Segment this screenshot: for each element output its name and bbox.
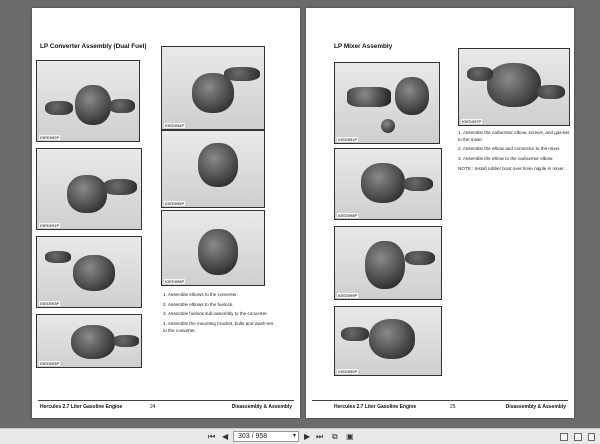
footer-section: Disassembly & Assembly: [231, 404, 292, 410]
step-text: 1. Assemble elbows to the converter.: [163, 292, 238, 297]
chevron-down-icon[interactable]: ▾: [293, 432, 296, 441]
page-number-text: 303 / 958: [238, 433, 268, 440]
two-page-view-icon[interactable]: [574, 433, 582, 441]
step-text: 3. Assemble fuelock sub-assembly to the …: [163, 311, 268, 317]
left-page-title: LP Converter Assembly (Dual Fuel): [40, 43, 147, 50]
last-page-icon[interactable]: ⏭: [316, 432, 323, 442]
step-text: 1. Assemble the carburetor elbow, screws…: [458, 130, 570, 142]
fit-page-icon[interactable]: ▣: [346, 432, 354, 442]
footer-book-title: Hercules 2.7 Liter Gasoline Engine: [334, 404, 417, 410]
first-page-icon[interactable]: ⏮: [208, 432, 215, 442]
step-text: 2. Assemble elbows to the fuelock.: [163, 301, 234, 307]
photo-converter-2: IOED094P: [161, 46, 265, 130]
footer-page-number: 25: [450, 404, 456, 410]
next-page-icon[interactable]: ▶: [304, 432, 310, 442]
photo-mixer-1: IOED091P: [334, 62, 440, 144]
photo-converter-4: IOED095P: [161, 130, 265, 208]
photo-label: IOED093P: [39, 361, 61, 366]
photo-converter-1: IOED092P: [36, 60, 140, 142]
photo-mixer-3: IOED098P: [334, 148, 442, 220]
photo-label: IOED094P: [164, 123, 186, 128]
right-steps: 1. Assemble the carburetor elbow, screws…: [458, 130, 570, 175]
document-viewer: LP Converter Assembly (Dual Fuel) IOED09…: [0, 0, 600, 428]
photo-converter-3: IOED091P: [36, 148, 142, 230]
photo-label: IOED093P: [39, 301, 61, 306]
photo-label: IOED099P: [337, 293, 359, 298]
copy-icon[interactable]: ⧉: [332, 432, 338, 442]
step-text: 4. Assemble the mounting bracket, bolts …: [163, 320, 274, 333]
step-text: 2. Assemble the elbow and connector to t…: [458, 146, 561, 152]
right-page: LP Mixer Assembly IOED091P IOED097P IOED…: [306, 8, 574, 418]
photo-label: IOED098P: [337, 213, 359, 218]
photo-label: IOED091P: [337, 137, 359, 142]
photo-converter-6: IOED093P: [36, 236, 142, 308]
note-text: NOTE : Install rubber boot over hose nip…: [458, 165, 565, 171]
photo-label: IOED096P: [164, 279, 186, 284]
footer-rule: [38, 400, 294, 401]
photo-converter-5: IOED096P: [161, 210, 265, 286]
step-text: 3. Assemble the elbow to the carburetor …: [458, 155, 554, 161]
photo-label: IOED092P: [39, 135, 61, 140]
single-page-view-icon[interactable]: [560, 433, 568, 441]
photo-label: IOED097P: [461, 119, 483, 124]
photo-converter-7: IOED093P: [36, 314, 142, 368]
photo-label: IOED095P: [164, 201, 186, 206]
viewer-toolbar: ⏮ ◀ 303 / 958 ▾ ▶ ⏭ ⧉ ▣: [0, 428, 600, 444]
photo-mixer-5: IOED090P: [334, 306, 442, 376]
footer-book-title: Hercules 2.7 Liter Gasoline Engine: [40, 404, 123, 410]
continuous-view-icon[interactable]: [588, 433, 595, 441]
previous-page-icon[interactable]: ◀: [222, 432, 228, 442]
footer-rule: [312, 400, 568, 401]
footer-page-number: 24: [150, 404, 156, 410]
photo-mixer-4: IOED099P: [334, 226, 442, 300]
photo-label: IOED091P: [39, 223, 61, 228]
footer-section: Disassembly & Assembly: [505, 404, 566, 410]
left-steps: 1. Assemble elbows to the converter. 2. …: [163, 292, 275, 337]
right-page-title: LP Mixer Assembly: [334, 43, 393, 50]
left-page: LP Converter Assembly (Dual Fuel) IOED09…: [32, 8, 300, 418]
photo-mixer-2: IOED097P: [458, 48, 570, 126]
page-number-field[interactable]: 303 / 958 ▾: [233, 431, 299, 442]
photo-label: IOED090P: [337, 369, 359, 374]
